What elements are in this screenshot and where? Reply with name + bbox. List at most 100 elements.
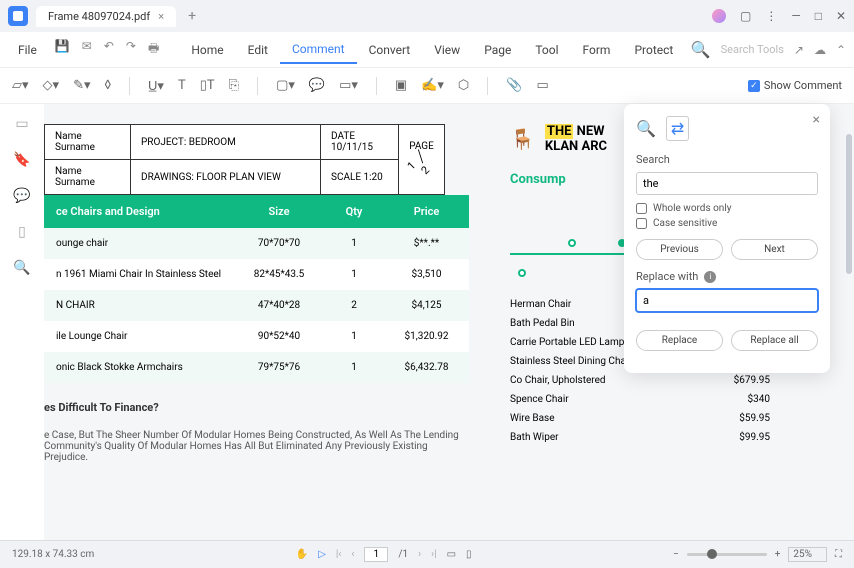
tab-title: Frame 48097024.pdf	[48, 10, 150, 23]
search-replace-panel: × 🔍 ⇄ Search Whole words only Case sensi…	[624, 104, 830, 373]
thumbnails-icon[interactable]: ▭	[15, 116, 28, 132]
document-tab[interactable]: Frame 48097024.pdf ×	[36, 6, 176, 27]
tab-convert[interactable]: Convert	[357, 37, 423, 63]
stamp-dropdown-icon[interactable]: ▭▾	[339, 78, 358, 93]
show-comment-checkbox[interactable]: ✓	[748, 80, 760, 92]
search-label: Search	[636, 153, 818, 166]
search-tools-input[interactable]: Search Tools	[721, 43, 784, 56]
minimize-icon[interactable]: —	[791, 9, 800, 23]
search-icon[interactable]: 🔍	[691, 40, 711, 59]
zoom-out-icon[interactable]: −	[673, 549, 679, 560]
new-tab-button[interactable]: +	[180, 8, 204, 24]
sidebar: ▭ 🔖 💬 ▯ 🔍	[0, 104, 44, 540]
replace-button[interactable]: Replace	[636, 330, 723, 351]
undo-icon[interactable]: ↶	[104, 39, 114, 60]
tab-protect[interactable]: Protect	[622, 37, 685, 63]
tab-comment[interactable]: Comment	[280, 36, 357, 64]
vertical-scrollbar[interactable]	[844, 104, 854, 540]
tab-form[interactable]: Form	[571, 37, 623, 63]
note-icon[interactable]: ▱▾	[12, 78, 29, 93]
fit-page-icon[interactable]: ▯	[466, 549, 472, 560]
next-button[interactable]: Next	[731, 239, 818, 260]
tab-view[interactable]: View	[422, 37, 472, 63]
link-icon[interactable]: ⬡	[458, 78, 469, 93]
hand-tool-icon[interactable]: ✋	[296, 549, 308, 560]
bookmark-icon[interactable]: 🔖	[13, 152, 30, 168]
signature-icon[interactable]: ✍▾	[421, 78, 444, 93]
app-icon	[8, 6, 28, 26]
search-panel-icon[interactable]: 🔍	[13, 260, 30, 276]
cloud-icon[interactable]: ☁	[814, 43, 826, 57]
toolbar: ▱▾ ◇▾ ✎▾ ◊ U̲▾ T ▯T ⎘ ▢▾ 💬 ▭▾ ▣ ✍▾ ⬡ 📎 ▭…	[0, 68, 854, 104]
save-icon[interactable]: 💾	[55, 39, 70, 60]
prev-page-icon[interactable]: ‹	[351, 549, 354, 560]
select-tool-icon[interactable]: ▷	[318, 549, 326, 560]
underline-icon[interactable]: U̲▾	[148, 78, 164, 94]
replace-all-button[interactable]: Replace all	[731, 330, 818, 351]
chair-icon: 🪑	[510, 127, 535, 151]
shape-icon[interactable]: ▢▾	[276, 78, 295, 93]
mail-icon[interactable]: ✉	[82, 39, 92, 60]
attachment-icon[interactable]: 📎	[506, 78, 522, 93]
share-icon[interactable]: ↗	[794, 43, 804, 57]
close-window-icon[interactable]: ✕	[836, 9, 846, 23]
replace-mode-icon[interactable]: ⇄	[666, 116, 689, 141]
expand-icon[interactable]: ⌃	[836, 43, 846, 57]
comment-box-icon[interactable]: 💬	[309, 78, 325, 93]
section-title: ce Chairs and Design	[44, 195, 234, 228]
highlight-tool-icon[interactable]: ◇▾	[43, 78, 60, 93]
products-table: ce Chairs and Design Size Qty Price oung…	[44, 195, 469, 383]
replace-input[interactable]	[636, 289, 818, 312]
menu-file[interactable]: File	[8, 43, 47, 57]
close-tab-icon[interactable]: ×	[158, 10, 164, 23]
first-page-icon[interactable]: |‹	[336, 549, 341, 560]
previous-button[interactable]: Previous	[636, 239, 723, 260]
drawings-cell: DRAWINGS: FLOOR PLAN VIEW	[131, 160, 321, 195]
date-cell: DATE 10/11/15	[321, 125, 399, 160]
zoom-select[interactable]: 25%	[788, 547, 827, 562]
hide-icon[interactable]: ▭	[536, 78, 548, 93]
project-cell: PROJECT: BEDROOM	[131, 125, 321, 160]
pencil-icon[interactable]: ✎▾	[73, 78, 90, 93]
tab-edit[interactable]: Edit	[236, 37, 280, 63]
name-cell-2: Name Surname	[45, 160, 131, 195]
whole-words-checkbox[interactable]	[636, 203, 647, 214]
page-total: /1	[398, 549, 408, 560]
next-page-icon[interactable]: ›	[418, 549, 421, 560]
eraser-icon[interactable]: ◊	[104, 78, 111, 93]
col-size: Size	[234, 195, 324, 228]
zoom-slider[interactable]	[687, 553, 767, 556]
stamp-icon[interactable]: ▣	[395, 78, 407, 93]
fullscreen-icon[interactable]: ⛶	[835, 549, 842, 560]
tab-page[interactable]: Page	[472, 37, 523, 63]
col-qty: Qty	[324, 195, 384, 228]
tab-tool[interactable]: Tool	[523, 37, 570, 63]
print-icon[interactable]: 🖶	[148, 39, 159, 60]
tab-home[interactable]: Home	[179, 37, 235, 63]
find-mode-icon[interactable]: 🔍	[636, 119, 656, 138]
maximize-icon[interactable]: □	[815, 9, 822, 23]
close-panel-icon[interactable]: ×	[813, 112, 820, 128]
callout-icon[interactable]: ⎘	[229, 78, 239, 93]
kebab-icon[interactable]: ⋮	[765, 9, 777, 23]
search-input[interactable]	[636, 172, 818, 195]
window-controls: ▢ ⋮ — □ ✕	[712, 9, 846, 23]
comments-panel-icon[interactable]: 💬	[13, 188, 30, 204]
last-page-icon[interactable]: ›|	[431, 549, 436, 560]
page-input[interactable]	[364, 547, 388, 562]
attachments-panel-icon[interactable]: ▯	[18, 224, 26, 240]
case-sensitive-checkbox[interactable]	[636, 218, 647, 229]
titlebar: Frame 48097024.pdf × + ▢ ⋮ — □ ✕	[0, 0, 854, 32]
fit-width-icon[interactable]: ▭	[447, 549, 456, 560]
show-comment-label: Show Comment	[764, 79, 842, 92]
zoom-in-icon[interactable]: +	[775, 549, 781, 560]
notification-icon[interactable]: ▢	[740, 9, 751, 23]
textbox-icon[interactable]: ▯T	[200, 78, 215, 93]
statusbar: 129.18 x 74.33 cm ✋ ▷ |‹ ‹ /1 › ›| ▭ ▯ −…	[0, 540, 854, 568]
info-icon[interactable]: i	[704, 271, 716, 283]
redo-icon[interactable]: ↷	[126, 39, 136, 60]
name-cell: Name Surname	[45, 125, 131, 160]
text-icon[interactable]: T	[178, 78, 186, 93]
account-icon[interactable]	[712, 9, 726, 23]
finance-heading: es Difficult To Finance?	[44, 401, 469, 414]
